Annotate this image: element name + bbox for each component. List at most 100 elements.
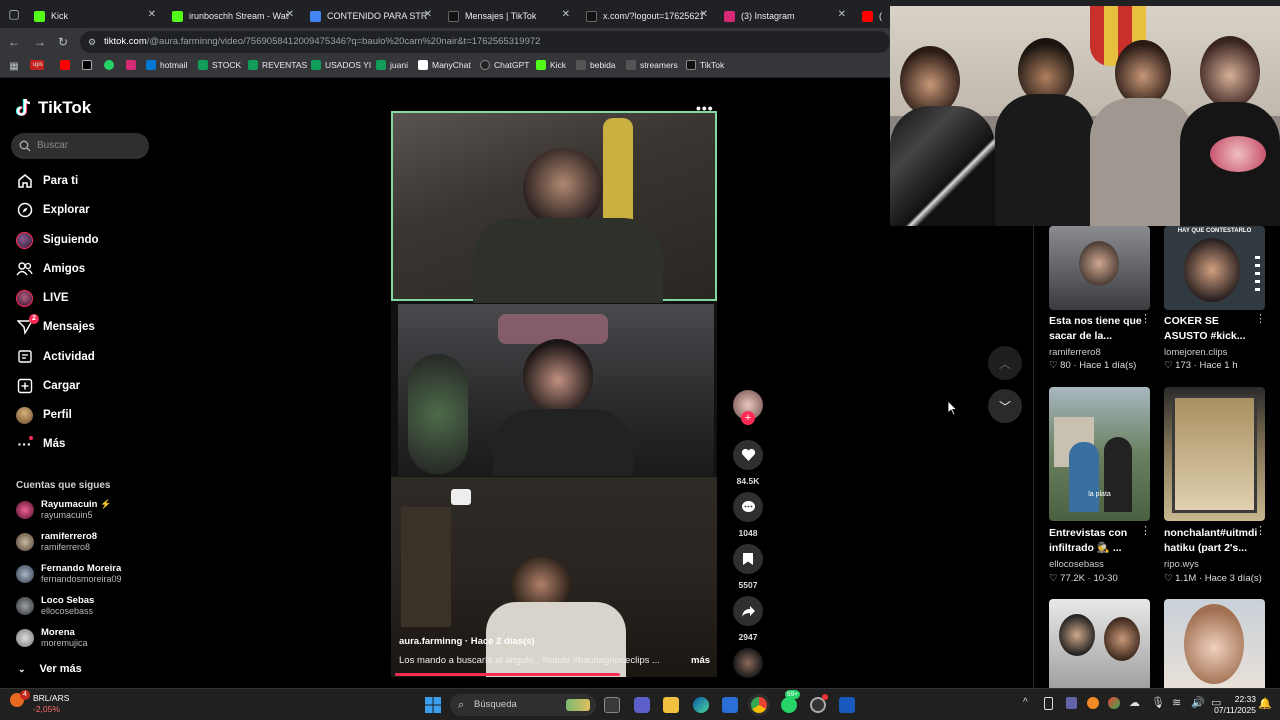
whatsapp-icon[interactable] xyxy=(781,697,797,713)
bookmark-whatsapp[interactable] xyxy=(104,60,118,70)
store-icon[interactable] xyxy=(722,697,738,713)
video-author-line[interactable]: aura.farminng · Hace 2 días(s) xyxy=(399,636,535,647)
video-card-title[interactable]: COKER SE ASUSTO #kick... xyxy=(1164,314,1264,344)
tab-kick[interactable]: Kick ✕ xyxy=(26,4,162,28)
windows-start-icon[interactable] xyxy=(425,697,441,713)
close-icon[interactable]: ✕ xyxy=(424,9,432,20)
nav-mas[interactable]: ··· Más xyxy=(16,434,65,454)
chrome-tray-icon[interactable] xyxy=(1108,697,1120,709)
bookmark-x[interactable] xyxy=(82,60,96,70)
bookmark-streamers[interactable]: streamers xyxy=(626,60,678,70)
bookmark-tiktok[interactable]: TikTok xyxy=(686,60,724,70)
bookmark-hotmail[interactable]: hotmail xyxy=(146,60,187,70)
previous-video-button[interactable]: ︿ xyxy=(988,346,1022,380)
video-card-title[interactable]: nonchalant#uitmdi hatiku (part 2's... xyxy=(1164,526,1264,556)
bookmark-bebida[interactable]: bebida xyxy=(576,60,616,70)
video-thumbnail[interactable]: la plata xyxy=(1049,387,1150,521)
device-icon[interactable] xyxy=(1044,697,1053,710)
card-options-icon[interactable]: ⋮ xyxy=(1255,524,1266,537)
music-disc-button[interactable] xyxy=(733,648,763,678)
following-account[interactable]: Fernando Moreira fernandosmoreira09 xyxy=(16,561,122,587)
nav-actividad[interactable]: Actividad xyxy=(16,347,95,367)
nav-para-ti[interactable]: Para ti xyxy=(16,171,78,191)
microphone-icon[interactable]: 🎙 xyxy=(1151,696,1165,709)
card-options-icon[interactable]: ⋮ xyxy=(1140,312,1151,325)
tab-instagram[interactable]: (3) Instagram ✕ xyxy=(716,4,852,28)
reload-icon[interactable]: ↻ xyxy=(55,34,71,50)
teams-icon[interactable] xyxy=(634,697,650,713)
edge-icon[interactable] xyxy=(693,697,709,713)
share-button[interactable]: 2947 xyxy=(733,596,763,642)
creator-avatar-button[interactable]: + xyxy=(733,390,763,434)
nav-perfil[interactable]: Perfil xyxy=(16,405,72,425)
following-account[interactable]: Morena moremujica xyxy=(16,625,88,651)
following-account[interactable]: Loco Sebas ellocosebass xyxy=(16,593,94,619)
forward-icon[interactable]: → xyxy=(32,34,48,50)
following-account[interactable]: ramiferrero8 ramiferrero8 xyxy=(16,529,97,555)
next-video-button[interactable]: ﹀ xyxy=(988,389,1022,423)
tiktok-logo[interactable]: TikTok xyxy=(16,98,91,118)
close-icon[interactable]: ✕ xyxy=(286,9,294,20)
nav-live[interactable]: LIVE xyxy=(16,288,69,308)
card-options-icon[interactable]: ⋮ xyxy=(1255,312,1266,325)
tab-x[interactable]: x.com/?logout=17625621 ✕ xyxy=(578,4,714,28)
video-thumbnail[interactable] xyxy=(1164,599,1265,688)
bookmark-instagram[interactable] xyxy=(126,60,140,70)
notification-bell-icon[interactable]: 🔔 xyxy=(1258,697,1272,710)
bookmark-stock[interactable]: STOCK xyxy=(198,60,241,70)
tab-list-icon[interactable]: ▢ xyxy=(6,6,22,22)
file-explorer-icon[interactable] xyxy=(663,697,679,713)
bookmark-kick[interactable]: Kick xyxy=(536,60,566,70)
bookmark-reventas[interactable]: REVENTAS xyxy=(248,60,307,70)
video-card-author[interactable]: ramiferrero8 xyxy=(1049,347,1101,358)
avast-icon[interactable] xyxy=(1087,697,1099,709)
url-field[interactable]: ⚙ tiktok.com/@aura.farminng/video/756905… xyxy=(80,31,890,53)
bookmark-ups[interactable]: ups xyxy=(30,60,44,70)
video-thumbnail[interactable] xyxy=(1164,387,1265,521)
nav-siguiendo[interactable]: Siguiendo xyxy=(16,230,99,250)
wifi-icon[interactable]: ≋ xyxy=(1172,696,1181,709)
bookmark-manychat[interactable]: ManyChat xyxy=(418,60,471,70)
follow-plus-icon[interactable]: + xyxy=(741,411,755,425)
close-icon[interactable]: ✕ xyxy=(148,9,156,20)
video-card-title[interactable]: Esta nos tiene que sacar de la... xyxy=(1049,314,1149,344)
stock-widget[interactable]: BRL/ARS -2,05% xyxy=(33,693,69,715)
back-icon[interactable]: ← xyxy=(6,34,22,50)
caption-more-button[interactable]: más xyxy=(691,655,710,666)
video-thumbnail[interactable]: HAY QUE CONTESTARLO xyxy=(1164,226,1265,310)
following-account[interactable]: Rayumacuin ⚡ rayumacuin5 xyxy=(16,497,111,523)
word-icon[interactable] xyxy=(839,697,855,713)
video-thumbnail[interactable] xyxy=(1049,599,1150,688)
video-card-author[interactable]: ellocosebass xyxy=(1049,559,1104,570)
cloud-icon[interactable]: ☁ xyxy=(1129,696,1140,709)
like-button[interactable]: 84.5K xyxy=(733,440,763,486)
bookmark-usados[interactable]: USADOS YI xyxy=(311,60,371,70)
system-clock[interactable]: 22:33 07/11/2025 xyxy=(1214,694,1256,716)
video-thumbnail[interactable] xyxy=(1049,226,1150,310)
tab-tiktok-mensajes[interactable]: Mensajes | TikTok ✕ xyxy=(440,4,576,28)
bookmark-chatgpt[interactable]: ChatGPT xyxy=(480,60,529,70)
nav-explorar[interactable]: Explorar xyxy=(16,200,90,220)
tab-youtube[interactable]: (4 xyxy=(854,4,890,28)
see-more-button[interactable]: ⌄ Ver más xyxy=(18,663,82,675)
video-progress-bar[interactable] xyxy=(395,673,620,676)
tab-contenido[interactable]: CONTENIDO PARA STREA ✕ xyxy=(302,4,438,28)
video-card-author[interactable]: lomejoren.clips xyxy=(1164,347,1227,358)
close-icon[interactable]: ✕ xyxy=(562,9,570,20)
search-input[interactable]: Buscar xyxy=(11,133,149,159)
video-player[interactable] xyxy=(391,111,717,677)
video-card-title[interactable]: Entrevistas con infiltrado 🕵 ... xyxy=(1049,526,1149,556)
nav-cargar[interactable]: Cargar xyxy=(16,376,80,396)
teams-tray-icon[interactable] xyxy=(1066,697,1077,709)
nav-mensajes[interactable]: 2 Mensajes xyxy=(16,313,95,337)
apps-grid-icon[interactable]: ▦ xyxy=(6,59,22,75)
task-view-icon[interactable] xyxy=(604,697,620,713)
taskbar-search-input[interactable]: ⌕ Búsqueda xyxy=(450,694,596,716)
chrome-icon[interactable] xyxy=(751,697,767,713)
bookmark-youtube[interactable] xyxy=(60,60,74,70)
save-button[interactable]: 5507 xyxy=(733,544,763,590)
nav-amigos[interactable]: Amigos xyxy=(16,259,85,279)
close-icon[interactable]: ✕ xyxy=(700,9,708,20)
site-info-icon[interactable]: ⚙ xyxy=(88,31,96,53)
volume-icon[interactable]: 🔊 xyxy=(1191,696,1205,709)
